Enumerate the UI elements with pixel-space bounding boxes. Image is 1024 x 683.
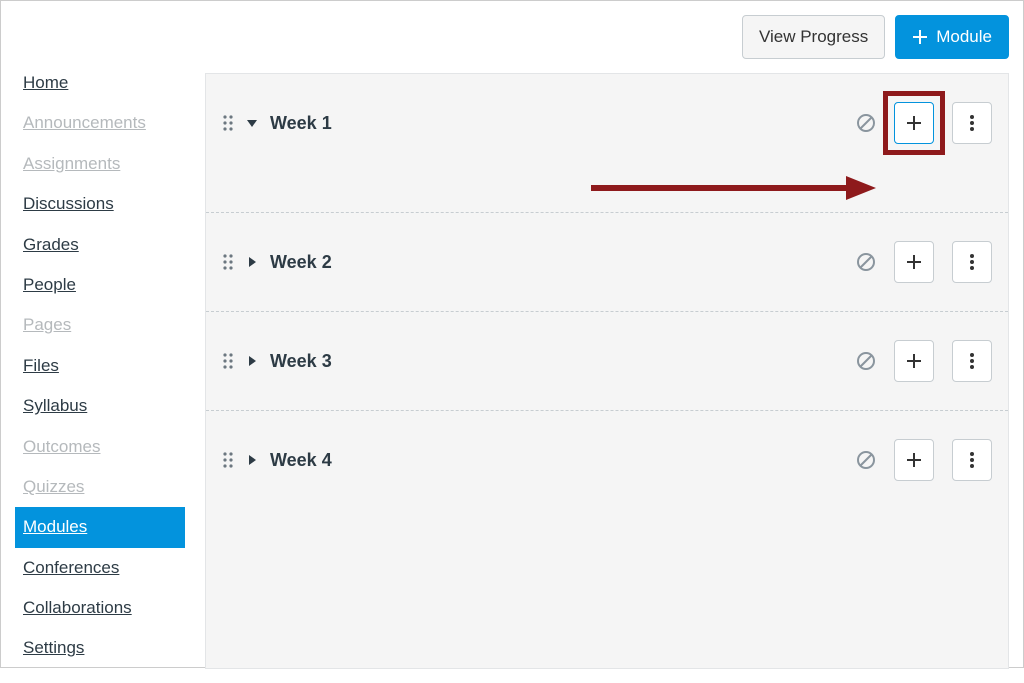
kebab-icon [969, 253, 975, 271]
module-options-button[interactable] [952, 241, 992, 283]
add-item-button[interactable] [894, 439, 934, 481]
module: Week 3 [206, 311, 1008, 410]
sidebar-item-conferences[interactable]: Conferences [15, 548, 185, 588]
caret-right-icon[interactable] [246, 256, 258, 268]
plus-icon [906, 353, 922, 369]
module-actions [856, 431, 992, 489]
content: HomeAnnouncementsAssignmentsDiscussionsG… [1, 59, 1023, 683]
drag-handle-icon[interactable] [222, 253, 234, 271]
add-item-highlight-box [886, 233, 942, 291]
sidebar-item-grades[interactable]: Grades [15, 225, 185, 265]
module-options-button[interactable] [952, 102, 992, 144]
sidebar-item-discussions[interactable]: Discussions [15, 184, 185, 224]
topbar: View Progress Module [1, 1, 1023, 59]
unpublished-icon[interactable] [856, 113, 876, 133]
sidebar-item-modules[interactable]: Modules [15, 507, 185, 547]
kebab-icon [969, 352, 975, 370]
sidebar-item-files[interactable]: Files [15, 346, 185, 386]
caret-right-icon[interactable] [246, 454, 258, 466]
caret-down-icon[interactable] [246, 117, 258, 129]
sidebar-item-people[interactable]: People [15, 265, 185, 305]
sidebar-item-collaborations[interactable]: Collaborations [15, 588, 185, 628]
unpublished-icon[interactable] [856, 252, 876, 272]
plus-icon [906, 254, 922, 270]
module: Week 1 [206, 74, 1008, 212]
kebab-icon [969, 451, 975, 469]
module-title: Week 3 [270, 351, 332, 372]
add-module-label: Module [936, 27, 992, 47]
unpublished-icon[interactable] [856, 351, 876, 371]
add-item-button[interactable] [894, 241, 934, 283]
sidebar-item-outcomes[interactable]: Outcomes [15, 427, 185, 467]
kebab-icon [969, 114, 975, 132]
modules-main: Week 1 Week 2 Week 3 Week 4 [205, 73, 1009, 669]
sidebar-item-assignments[interactable]: Assignments [15, 144, 185, 184]
course-nav-sidebar: HomeAnnouncementsAssignmentsDiscussionsG… [15, 59, 185, 669]
module-options-button[interactable] [952, 340, 992, 382]
add-item-button[interactable] [894, 340, 934, 382]
module-actions [856, 332, 992, 390]
module-list: Week 1 Week 2 Week 3 Week 4 [205, 73, 1009, 669]
view-progress-button[interactable]: View Progress [742, 15, 885, 59]
module-title: Week 1 [270, 113, 332, 134]
module-title: Week 2 [270, 252, 332, 273]
plus-icon [906, 452, 922, 468]
drag-handle-icon[interactable] [222, 114, 234, 132]
module-header: Week 1 [206, 74, 1008, 212]
module: Week 2 [206, 212, 1008, 311]
module-title: Week 4 [270, 450, 332, 471]
module-header: Week 2 [206, 213, 1008, 311]
view-progress-label: View Progress [759, 27, 868, 47]
module-actions [856, 94, 992, 152]
sidebar-item-settings[interactable]: Settings [15, 628, 185, 668]
plus-icon [912, 29, 928, 45]
drag-handle-icon[interactable] [222, 451, 234, 469]
module-header: Week 3 [206, 312, 1008, 410]
module-options-button[interactable] [952, 439, 992, 481]
plus-icon [906, 115, 922, 131]
module-header: Week 4 [206, 411, 1008, 509]
sidebar-item-syllabus[interactable]: Syllabus [15, 386, 185, 426]
add-item-highlight-box [886, 431, 942, 489]
app-frame: View Progress Module HomeAnnouncementsAs… [0, 0, 1024, 668]
add-item-button[interactable] [894, 102, 934, 144]
drag-handle-icon[interactable] [222, 352, 234, 370]
caret-right-icon[interactable] [246, 355, 258, 367]
sidebar-item-quizzes[interactable]: Quizzes [15, 467, 185, 507]
module: Week 4 [206, 410, 1008, 509]
add-item-highlight-box [886, 94, 942, 152]
sidebar-item-announcements[interactable]: Announcements [15, 103, 185, 143]
module-actions [856, 233, 992, 291]
sidebar-item-pages[interactable]: Pages [15, 305, 185, 345]
add-module-button[interactable]: Module [895, 15, 1009, 59]
sidebar-item-home[interactable]: Home [15, 63, 185, 103]
unpublished-icon[interactable] [856, 450, 876, 470]
add-item-highlight-box [886, 332, 942, 390]
